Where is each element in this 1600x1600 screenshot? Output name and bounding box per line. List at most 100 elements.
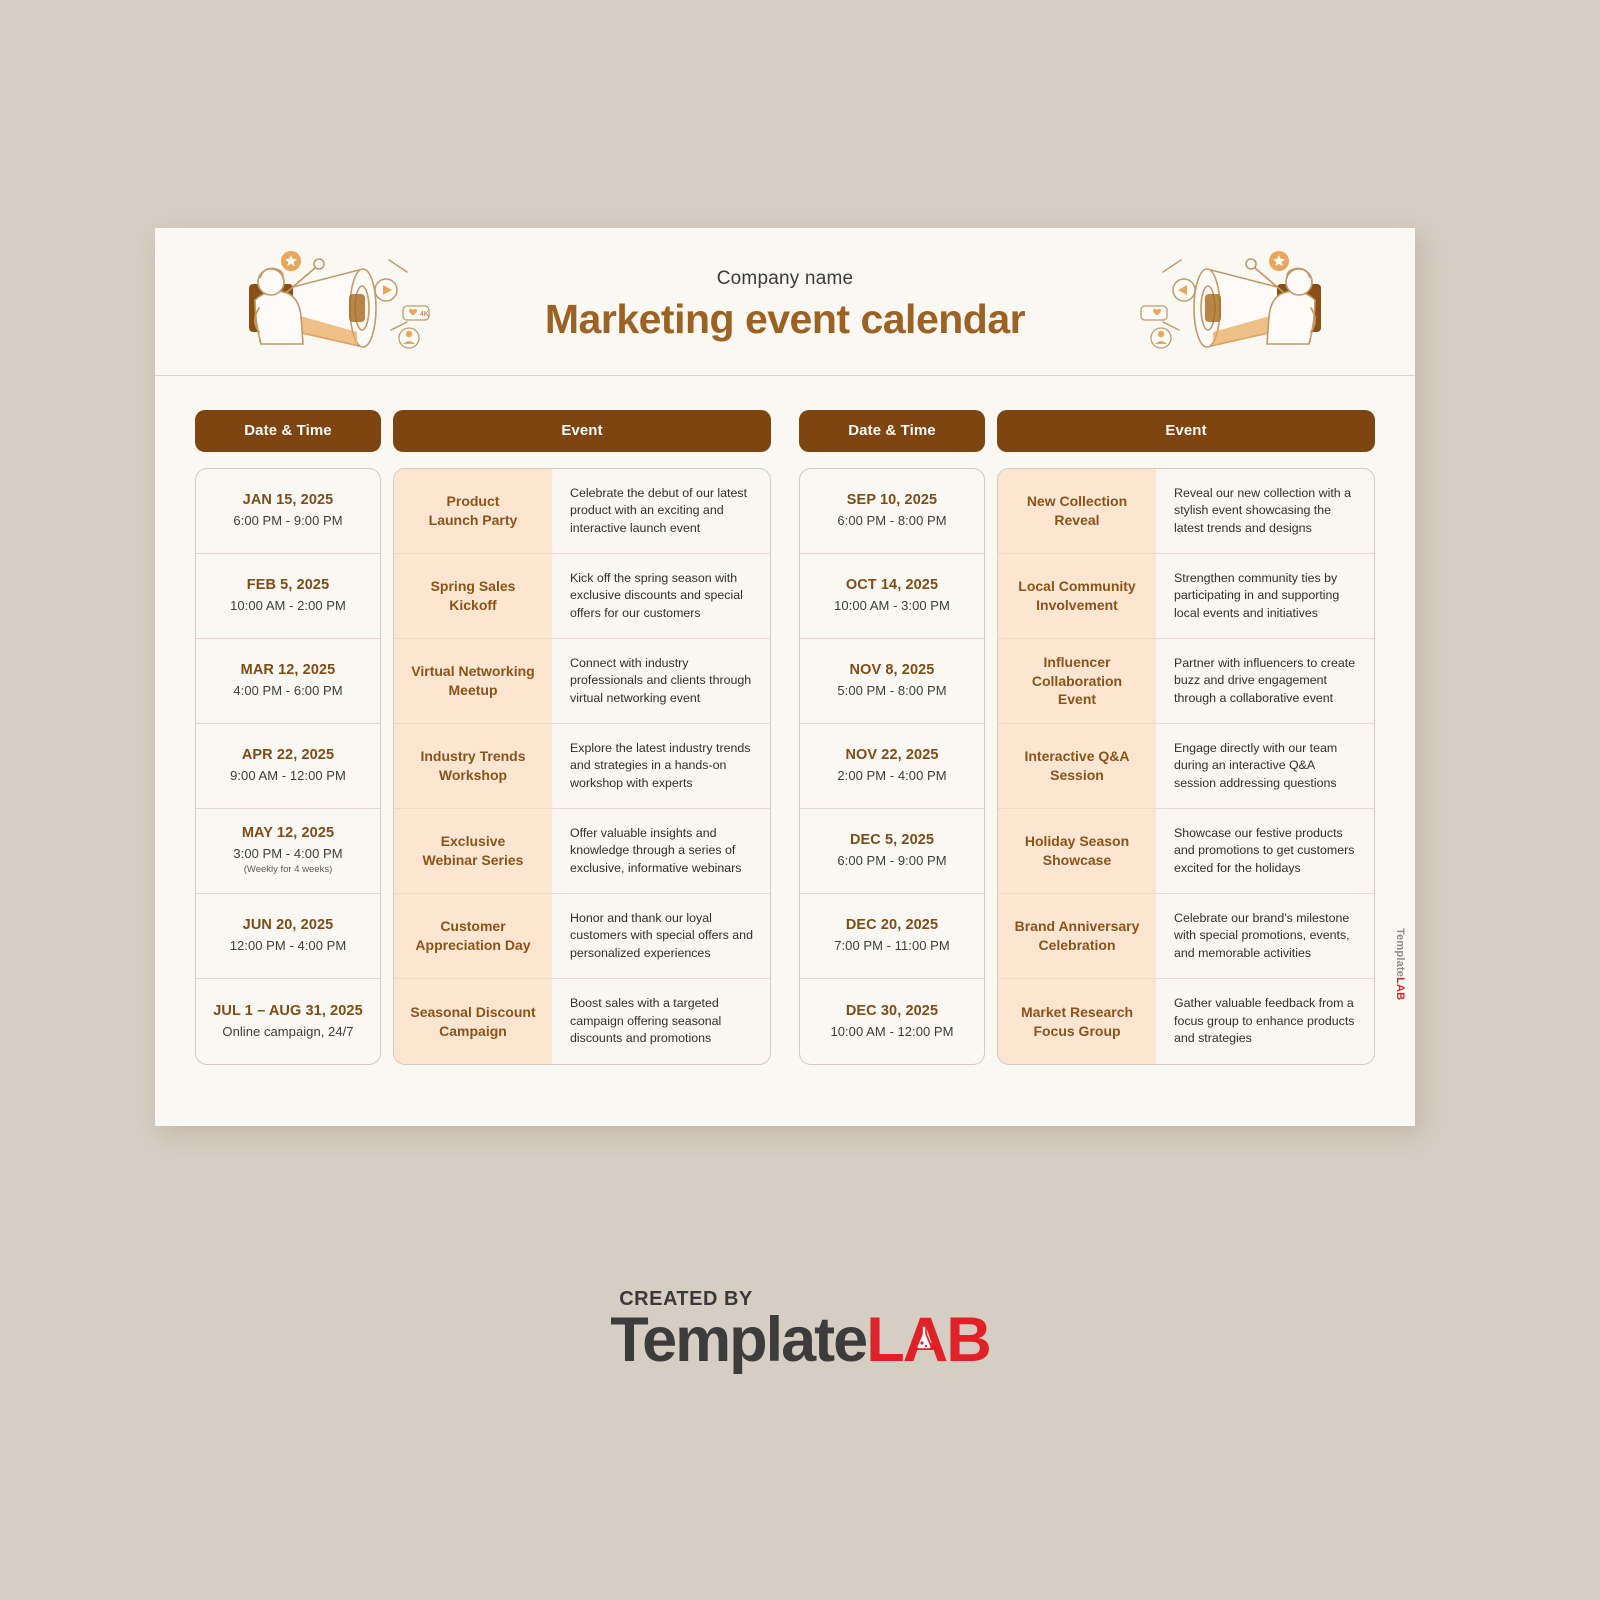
calendar-document-card: 4K Company name Marketing event calendar (155, 228, 1415, 1126)
document-header: 4K Company name Marketing event calendar (155, 228, 1415, 376)
event-name: Local Community Involvement (1018, 578, 1136, 613)
event-name: New Collection Reveal (1026, 493, 1128, 528)
event-description: Explore the latest industry trends and s… (570, 740, 751, 790)
logo-l-text: L (866, 1305, 905, 1375)
table-row: APR 22, 2025 9:00 AM - 12:00 PM (196, 724, 380, 809)
table-row: Influencer Collaboration Event (998, 639, 1156, 724)
right-event-name-column: New Collection Reveal Local Community Invol… (998, 469, 1156, 1064)
logo-b-text: B (946, 1305, 991, 1375)
table-row: Explore the latest industry trends and s… (552, 724, 770, 809)
table-row: Seasonal Discount Campaign (394, 979, 552, 1064)
table-row: MAR 12, 2025 4:00 PM - 6:00 PM (196, 639, 380, 724)
table-row: Showcase our festive products and promot… (1156, 809, 1374, 894)
event-description: Boost sales with a targeted campaign off… (570, 996, 722, 1046)
event-name: Interactive Q&A Session (1024, 748, 1130, 783)
event-date: DEC 5, 2025 (849, 832, 935, 849)
table-row: Celebrate our brand's milestone with spe… (1156, 894, 1374, 979)
table-row: DEC 30, 2025 10:00 AM - 12:00 PM (800, 979, 984, 1064)
logo-template-text: Template (610, 1305, 868, 1375)
event-description: Connect with industry professionals and … (570, 655, 752, 705)
table-row: Strengthen community ties by participati… (1156, 554, 1374, 639)
table-row: Brand Anniversary Celebration (998, 894, 1156, 979)
right-event-description-column: Reveal our new collection with a stylish… (1156, 469, 1374, 1064)
left-event-description-column: Celebrate the debut of our latest produc… (552, 469, 770, 1064)
table-row: Connect with industry professionals and … (552, 639, 770, 724)
event-date-note: (Weekly for 4 weeks) (243, 864, 333, 876)
event-time: 10:00 AM - 12:00 PM (830, 1023, 954, 1039)
table-row: DEC 20, 2025 7:00 PM - 11:00 PM (800, 894, 984, 979)
templatelab-wordmark: TemplateLAB (0, 1307, 1600, 1373)
table-row: Engage directly with our team during an … (1156, 724, 1374, 809)
table-row: MAY 12, 2025 3:00 PM - 4:00 PM (Weekly for… (196, 809, 380, 894)
event-time: 9:00 AM - 12:00 PM (230, 768, 346, 784)
table-row: Customer Appreciation Day (394, 894, 552, 979)
event-time: 4:00 PM - 6:00 PM (233, 683, 343, 699)
table-row: Celebrate the debut of our latest produc… (552, 469, 770, 554)
event-name: Product Launch Party (428, 493, 518, 528)
left-date-time-column-header: Date & Time (195, 410, 381, 452)
flask-icon (916, 1325, 933, 1350)
event-name: Seasonal Discount Campaign (410, 1003, 536, 1039)
event-date: DEC 30, 2025 (845, 1002, 939, 1019)
right-date-panel: SEP 10, 2025 6:00 PM - 8:00 PM OCT 14, 202… (799, 468, 985, 1065)
table-row: Spring Sales Kickoff (394, 554, 552, 639)
table-row: Market Research Focus Group (998, 979, 1156, 1064)
watermark-template-text: Template (1394, 927, 1406, 977)
event-date: MAR 12, 2025 (240, 662, 336, 679)
templatelab-side-watermark: TemplateLAB (1394, 928, 1406, 1000)
event-description: Strengthen community ties by participati… (1174, 570, 1340, 620)
left-table-body: JAN 15, 2025 6:00 PM - 9:00 PM FEB 5, 2025… (195, 468, 771, 1065)
table-row: Offer valuable insights and knowledge th… (552, 809, 770, 894)
table-row: Virtual Networking Meetup (394, 639, 552, 724)
event-date: NOV 22, 2025 (845, 747, 939, 764)
event-description: Kick off the spring season with exclusiv… (570, 570, 743, 620)
event-time: 6:00 PM - 9:00 PM (837, 853, 947, 869)
logo-a-with-flask: A (903, 1307, 948, 1373)
left-table: Date & Time Event JAN 15, 2025 6:00 PM - … (195, 410, 771, 1065)
event-name: Virtual Networking Meetup (411, 663, 535, 698)
table-row: Kick off the spring season with exclusiv… (552, 554, 770, 639)
event-name: Holiday Season Showcase (1024, 833, 1130, 868)
table-row: New Collection Reveal (998, 469, 1156, 554)
right-event-panel: New Collection Reveal Local Community Invol… (997, 468, 1375, 1065)
event-name: Influencer Collaboration Event (1031, 653, 1123, 708)
event-description: Reveal our new collection with a stylish… (1174, 485, 1352, 535)
table-row: DEC 5, 2025 6:00 PM - 9:00 PM (800, 809, 984, 894)
event-description: Engage directly with our team during an … (1174, 740, 1338, 790)
event-date: JAN 15, 2025 (242, 492, 334, 509)
event-date: JUN 20, 2025 (242, 917, 334, 934)
left-event-panel: Product Launch Party Spring Sales Kickoff Vi… (393, 468, 771, 1065)
table-row: Exclusive Webinar Series (394, 809, 552, 894)
table-row: Gather valuable feedback from a focus gr… (1156, 979, 1374, 1064)
table-row: JAN 15, 2025 6:00 PM - 9:00 PM (196, 469, 380, 554)
table-row: Boost sales with a targeted campaign off… (552, 979, 770, 1064)
event-description: Showcase our festive products and promot… (1174, 825, 1355, 875)
right-table-body: SEP 10, 2025 6:00 PM - 8:00 PM OCT 14, 202… (799, 468, 1375, 1065)
left-event-column-header: Event (393, 410, 771, 452)
table-row: Interactive Q&A Session (998, 724, 1156, 809)
event-date: DEC 20, 2025 (845, 917, 939, 934)
event-date: SEP 10, 2025 (846, 492, 938, 509)
table-row: JUN 20, 2025 12:00 PM - 4:00 PM (196, 894, 380, 979)
table-row: FEB 5, 2025 10:00 AM - 2:00 PM (196, 554, 380, 639)
table-row: Holiday Season Showcase (998, 809, 1156, 894)
left-date-panel: JAN 15, 2025 6:00 PM - 9:00 PM FEB 5, 2025… (195, 468, 381, 1065)
event-date: JUL 1 – AUG 31, 2025 (213, 1002, 363, 1019)
event-time: 6:00 PM - 9:00 PM (233, 513, 343, 529)
event-time: 2:00 PM - 4:00 PM (837, 768, 947, 784)
event-time: 5:00 PM - 8:00 PM (837, 683, 947, 699)
event-time: 12:00 PM - 4:00 PM (229, 938, 347, 954)
screenshot-root: 4K Company name Marketing event calendar (0, 0, 1600, 1600)
event-name: Brand Anniversary Celebration (1014, 918, 1140, 953)
table-row: JUL 1 – AUG 31, 2025 Online campaign, 24/… (196, 979, 380, 1064)
event-name: Market Research Focus Group (1020, 1003, 1134, 1039)
event-description: Gather valuable feedback from a focus gr… (1174, 996, 1355, 1046)
table-row: NOV 22, 2025 2:00 PM - 4:00 PM (800, 724, 984, 809)
event-description: Honor and thank our loyal customers with… (570, 910, 753, 960)
table-row: OCT 14, 2025 10:00 AM - 3:00 PM (800, 554, 984, 639)
megaphone-person-illustration-right (1139, 242, 1339, 366)
templatelab-footer-logo: CREATED BY TemplateLAB (0, 1288, 1600, 1373)
right-date-time-column-header: Date & Time (799, 410, 985, 452)
event-time: 6:00 PM - 8:00 PM (837, 513, 947, 529)
event-description: Offer valuable insights and knowledge th… (570, 825, 742, 875)
